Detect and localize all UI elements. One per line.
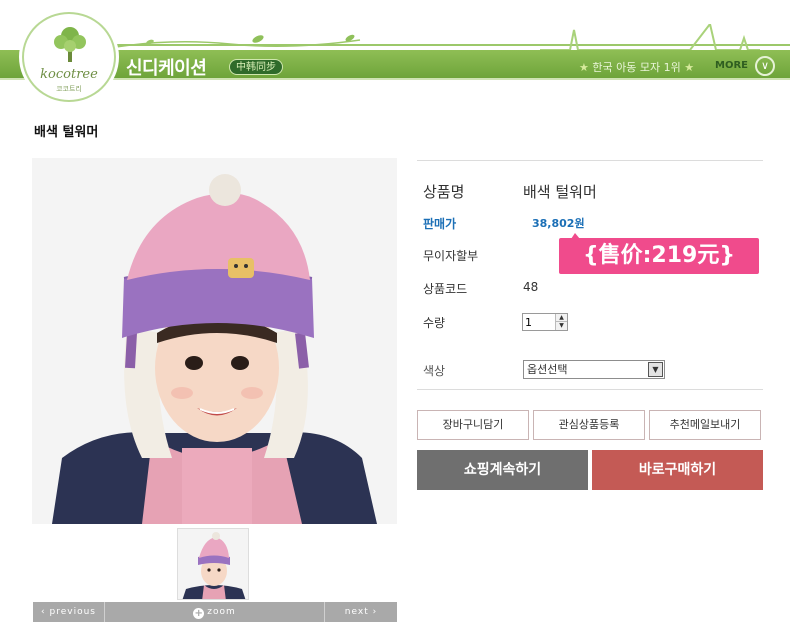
star-icon: ★ <box>684 61 695 74</box>
installment-label: 무이자할부 <box>423 249 479 263</box>
thumbnail-photo <box>178 529 248 599</box>
product-name-label: 상품명 <box>423 183 465 201</box>
sync-badge: 中韩同步 <box>229 59 283 75</box>
color-select[interactable]: 옵션선택 ▼ <box>523 360 665 379</box>
caret-down-icon[interactable]: ▼ <box>555 322 567 330</box>
gallery-nav: ‹ previous + zoom next › <box>33 602 397 622</box>
quantity-input[interactable] <box>523 314 555 330</box>
rank-label: 한국 아동 모자 1위 <box>592 61 681 74</box>
previous-label: previous <box>49 607 96 617</box>
left-arrow-icon: ‹ <box>41 607 46 617</box>
buy-now-button[interactable]: 바로구매하기 <box>592 450 763 490</box>
site-header: kocotree 코코트리 신디케이션 中韩同步 ★ 한국 아동 모자 1위 ★… <box>0 0 790 102</box>
previous-button[interactable]: ‹ previous <box>33 602 105 622</box>
quantity-stepper: ▲ ▼ <box>522 313 568 331</box>
rank-text: ★ 한국 아동 모자 1위 ★ <box>579 59 694 75</box>
divider-top <box>417 160 763 161</box>
page-title: 배색 털워머 <box>34 125 99 140</box>
chevron-down-icon[interactable]: ▼ <box>648 362 663 377</box>
add-to-cart-button[interactable]: 장바구니담기 <box>417 410 529 440</box>
product-main-image[interactable] <box>32 158 397 524</box>
recommend-email-button[interactable]: 추천메일보내기 <box>649 410 761 440</box>
continue-shopping-button[interactable]: 쇼핑계속하기 <box>417 450 588 490</box>
color-label: 색상 <box>423 364 446 378</box>
product-code-label: 상품코드 <box>423 282 468 296</box>
chevron-down-icon[interactable]: ∨ <box>755 56 775 76</box>
promo-price-badge: {售价:219元} <box>559 233 759 274</box>
product-name-value: 배색 털워머 <box>523 183 597 201</box>
caret-up-icon[interactable]: ▲ <box>555 314 567 322</box>
add-to-wishlist-button[interactable]: 관심상품등록 <box>533 410 645 440</box>
product-code-value: 48 <box>523 280 539 294</box>
color-select-value: 옵션선택 <box>527 363 568 376</box>
next-label: next <box>344 607 369 617</box>
next-button[interactable]: next › <box>325 602 397 622</box>
zoom-label: zoom <box>207 607 236 617</box>
kocotree-logo[interactable]: kocotree 코코트리 <box>22 12 116 102</box>
brand-title: 신디케이션 <box>126 58 207 79</box>
more-link[interactable]: MORE <box>715 60 748 71</box>
tree-icon <box>54 27 86 62</box>
product-thumbnail[interactable] <box>177 528 249 600</box>
plus-icon: + <box>193 608 205 619</box>
logo-wordmark: kocotree <box>40 67 98 82</box>
quantity-label: 수량 <box>423 316 446 330</box>
logo-subtext: 코코트리 <box>56 85 82 93</box>
zoom-button[interactable]: + zoom <box>105 602 325 622</box>
divider-bottom <box>417 389 763 390</box>
star-icon: ★ <box>579 61 589 74</box>
right-arrow-icon: › <box>372 607 378 617</box>
product-photo <box>32 158 397 524</box>
price-label: 판매가 <box>423 217 457 231</box>
